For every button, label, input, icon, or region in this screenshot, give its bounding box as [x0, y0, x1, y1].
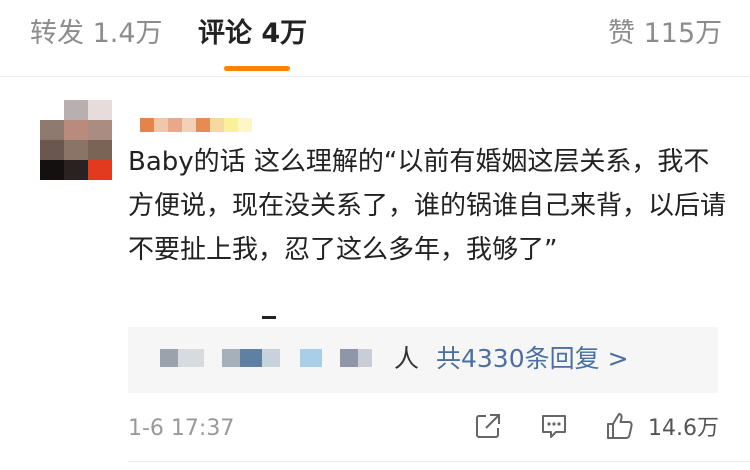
active-tab-indicator [224, 66, 290, 71]
reply-users-suffix: 人 [394, 344, 420, 373]
comment-footer: 1-6 17:37 14.6万 [0, 400, 750, 456]
divider [128, 461, 750, 462]
tab-repost[interactable]: 转发 1.4万 [30, 16, 163, 52]
comment-text: Baby的话 这么理解的“以前有婚姻这层关系，我不方便说，现在没关系了，谁的锅谁… [128, 147, 727, 265]
comment-icon[interactable] [538, 410, 570, 442]
tab-bar: 转发 1.4万 评论 4万 赞 115万 [0, 0, 750, 76]
like-count: 14.6万 [648, 416, 719, 441]
reply-preview-box[interactable]: 人 共4330条回复 > [128, 327, 718, 393]
share-icon[interactable] [472, 410, 504, 442]
reply-avatars-obscured [160, 349, 372, 367]
username-obscured[interactable] [140, 118, 252, 132]
divider [0, 76, 750, 77]
view-replies-link[interactable]: 共4330条回复 > [436, 341, 629, 377]
text-fragment [262, 316, 276, 319]
tab-likes[interactable]: 赞 115万 [608, 16, 722, 52]
timestamp: 1-6 17:37 [128, 416, 235, 441]
like-icon[interactable] [604, 410, 636, 442]
avatar[interactable] [40, 100, 112, 180]
tab-comments[interactable]: 评论 4万 [198, 16, 307, 52]
